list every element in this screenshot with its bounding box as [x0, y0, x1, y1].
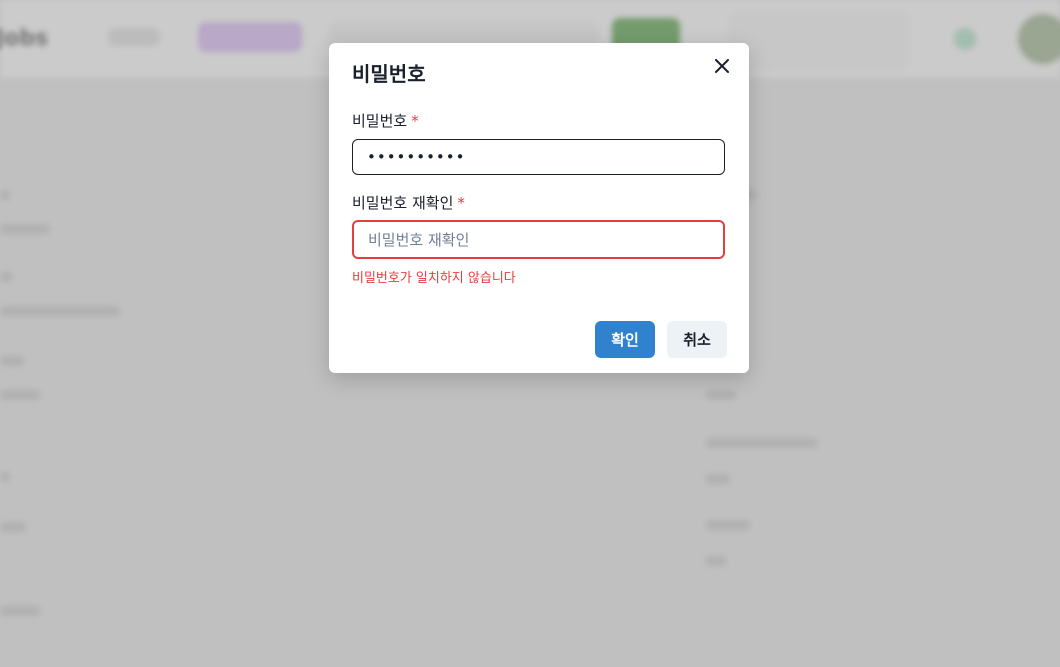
close-button[interactable]	[711, 55, 733, 77]
password-dialog: 비밀번호 비밀번호* 비밀번호 재확인* 비밀번호가 일치하지 않습니다 확인 …	[329, 43, 749, 373]
close-icon	[715, 59, 729, 73]
password-label-text: 비밀번호	[352, 112, 408, 130]
password-label: 비밀번호 *	[352, 110, 419, 131]
confirm-password-input[interactable]	[352, 220, 725, 259]
confirm-button[interactable]: 확인	[595, 321, 655, 358]
required-mark: *	[411, 112, 419, 130]
dialog-title: 비밀번호	[352, 62, 426, 86]
confirm-password-label: 비밀번호 재확인 *	[352, 192, 465, 213]
password-input[interactable]	[352, 139, 725, 175]
cancel-button[interactable]: 취소	[667, 321, 727, 358]
password-mismatch-error: 비밀번호가 일치하지 않습니다	[352, 271, 516, 286]
confirm-password-label-text: 비밀번호 재확인	[352, 194, 454, 212]
required-mark: *	[457, 194, 465, 212]
